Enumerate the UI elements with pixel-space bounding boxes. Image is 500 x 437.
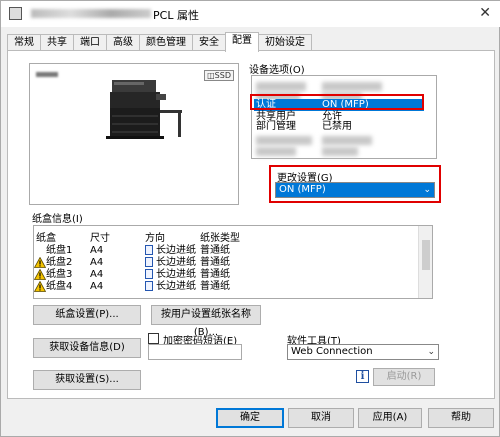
tray-name: 纸盘1 [46, 245, 73, 256]
get-device-info-button[interactable]: 获取设备信息(D) [33, 338, 141, 358]
software-tool-select[interactable]: Web Connection ⌄ [287, 344, 439, 360]
blurred-option-name [256, 136, 312, 145]
tray-table-scrollbar[interactable] [418, 226, 432, 298]
tray-paper-type: 普通纸 [200, 257, 230, 268]
tray-table-header: 纸盒 尺寸 方向 纸张类型 [34, 229, 414, 244]
tray-orientation: 长边进纸 [156, 257, 196, 268]
info-icon: i [356, 370, 369, 383]
tab-sharing[interactable]: 共享 [40, 34, 74, 51]
encryption-passphrase-input[interactable] [148, 344, 242, 360]
tray-info-table[interactable]: 纸盒 尺寸 方向 纸张类型 纸盘1 A4 长边进纸 普通纸 纸盘2 A4 长边进… [33, 225, 433, 299]
blurred-option-value [322, 136, 372, 145]
warning-icon [34, 281, 46, 292]
tray-paper-type: 普通纸 [200, 269, 230, 280]
close-icon[interactable]: ✕ [479, 5, 491, 21]
tray-size: A4 [90, 245, 104, 256]
option-value: 已禁用 [322, 121, 352, 132]
tray-orientation: 长边进纸 [156, 269, 196, 280]
tray-paper-type: 普通纸 [200, 245, 230, 256]
tab-advanced[interactable]: 高级 [106, 34, 140, 51]
tab-ports[interactable]: 端口 [73, 34, 107, 51]
column-header-size: 尺寸 [90, 233, 110, 244]
scrollbar-thumb[interactable] [422, 240, 430, 270]
apply-button[interactable]: 应用(A) [358, 408, 422, 428]
printer-image [106, 80, 182, 139]
warning-icon [34, 257, 46, 268]
device-options-label: 设备选项(O) [249, 65, 305, 76]
tab-color-management[interactable]: 颜色管理 [139, 34, 193, 51]
blurred-printer-name [31, 9, 151, 18]
tray-orientation: 长边进纸 [156, 281, 196, 292]
change-setting-select[interactable]: ON (MFP) ⌄ [275, 182, 435, 198]
column-header-paper-type: 纸张类型 [200, 233, 240, 244]
tray-orientation: 长边进纸 [156, 245, 196, 256]
portrait-page-icon [145, 281, 153, 293]
tab-initial-settings[interactable]: 初始设定 [258, 34, 312, 51]
tray-name: 纸盘4 [46, 281, 73, 292]
tray-size: A4 [90, 257, 104, 268]
tray-info-label: 纸盒信息(I) [32, 214, 83, 225]
portrait-page-icon [145, 257, 153, 269]
tray-settings-button[interactable]: 纸盒设置(P)... [33, 305, 141, 325]
tray-paper-type: 普通纸 [200, 281, 230, 292]
chevron-down-icon: ⌄ [427, 347, 435, 357]
blurred-option-value [322, 147, 358, 156]
blurred-model-label [36, 72, 58, 77]
device-option-row[interactable]: 部门管理 已禁用 [254, 121, 424, 133]
portrait-page-icon [145, 269, 153, 281]
option-name: 部门管理 [256, 121, 296, 132]
paper-names-button[interactable]: 按用户设置纸张名称(B)... [151, 305, 261, 338]
highlight-box-auth-row [250, 94, 424, 110]
start-button[interactable]: 启动(R) [373, 368, 435, 386]
software-tool-value: Web Connection [291, 346, 373, 357]
column-header-tray: 纸盒 [36, 233, 56, 244]
blurred-option-name [256, 147, 296, 156]
encryption-checkbox[interactable] [148, 333, 159, 344]
pcl-properties-dialog: PCL 属性 ✕ 常规 共享 端口 高级 颜色管理 安全 配置 初始设定 ◫SS… [0, 0, 500, 437]
tab-general[interactable]: 常规 [7, 34, 41, 51]
change-setting-value: ON (MFP) [279, 184, 326, 195]
tab-configure[interactable]: 配置 [225, 32, 259, 52]
printer-app-icon [9, 7, 22, 20]
window-title: PCL 属性 [153, 9, 199, 22]
ssd-label: SSD [214, 71, 231, 80]
tab-strip: 常规 共享 端口 高级 颜色管理 安全 配置 初始设定 [7, 32, 312, 52]
get-settings-button[interactable]: 获取设置(S)... [33, 370, 141, 390]
ok-button[interactable]: 确定 [216, 408, 284, 428]
disk-icon: ◫ [207, 71, 215, 80]
blurred-option-value [322, 82, 382, 91]
portrait-page-icon [145, 245, 153, 257]
ssd-badge: ◫SSD [204, 70, 234, 81]
tray-size: A4 [90, 269, 104, 280]
column-header-orientation: 方向 [145, 233, 165, 244]
chevron-down-icon: ⌄ [423, 185, 431, 195]
cancel-button[interactable]: 取消 [288, 408, 354, 428]
tray-size: A4 [90, 281, 104, 292]
title-bar: PCL 属性 ✕ [1, 1, 500, 27]
blurred-option-name [256, 82, 306, 91]
tray-row[interactable]: 纸盘4 A4 长边进纸 普通纸 [34, 281, 414, 294]
device-options-list[interactable]: 认证 ON (MFP) 共享用户 允许 部门管理 已禁用 [251, 75, 437, 159]
printer-preview: ◫SSD [29, 63, 239, 205]
tab-security[interactable]: 安全 [192, 34, 226, 51]
tray-name: 纸盘2 [46, 257, 73, 268]
help-button[interactable]: 帮助 [428, 408, 494, 428]
warning-icon [34, 269, 46, 280]
tray-name: 纸盘3 [46, 269, 73, 280]
